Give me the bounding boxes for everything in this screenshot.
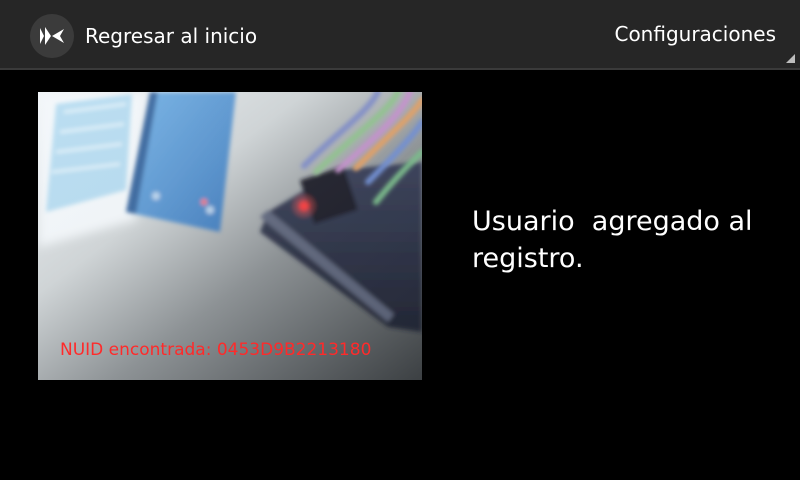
camera-preview: NUID encontrada: 0453D9B2213180 <box>38 92 422 380</box>
settings-button[interactable]: Configuraciones <box>614 22 776 46</box>
status-message: Usuario agregado al registro. <box>472 206 753 274</box>
camera-frame-image <box>38 92 422 380</box>
kivy-logo-icon[interactable] <box>30 14 74 58</box>
nuid-overlay-text: NUID encontrada: 0453D9B2213180 <box>60 340 372 360</box>
action-bar: Regresar al inicio Configuraciones <box>0 0 800 70</box>
app-window: Regresar al inicio Configuraciones NUID … <box>0 0 800 480</box>
action-bar-title[interactable]: Regresar al inicio <box>85 24 257 48</box>
back-to-home-button[interactable]: Regresar al inicio <box>30 14 257 58</box>
overflow-corner-icon <box>786 54 795 63</box>
